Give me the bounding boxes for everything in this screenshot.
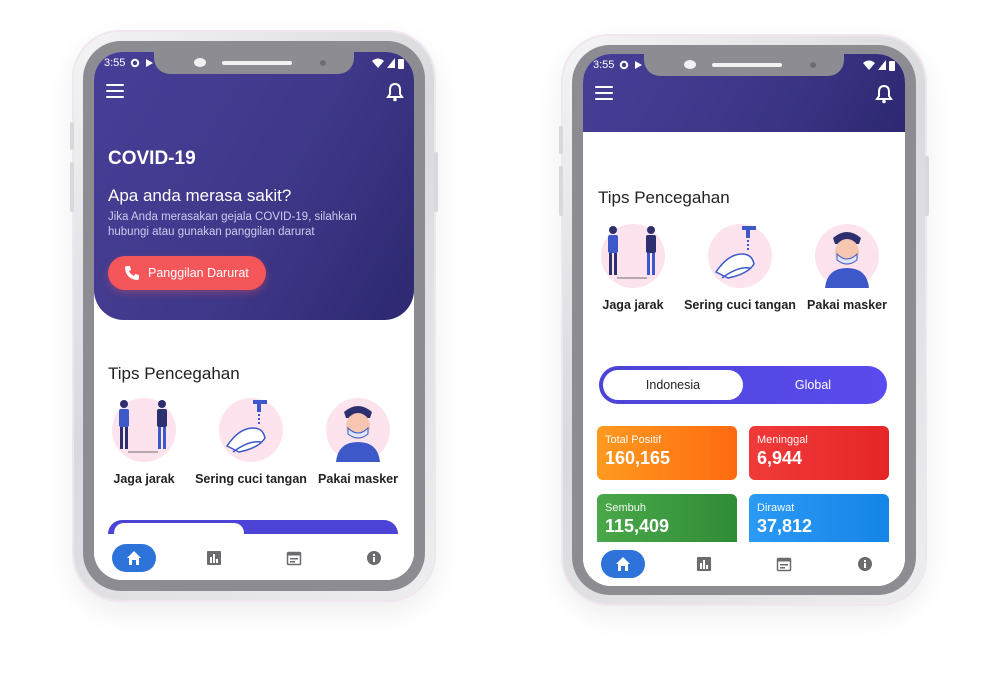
page-title: COVID-19 xyxy=(108,148,196,169)
tip-label: Pakai masker xyxy=(318,472,398,486)
battery-icon xyxy=(398,58,404,69)
home-icon xyxy=(616,557,631,571)
bottom-navigation xyxy=(583,542,905,586)
hero-description: Jika Anda merasakan gejala COVID-19, sil… xyxy=(108,211,357,238)
play-store-status-icon xyxy=(635,61,643,69)
phone-statistics-screen: 3:55 Tips Pencegahan Jaga jarak Sering c… xyxy=(559,36,929,604)
tip-label: Jaga jarak xyxy=(602,298,664,312)
nav-info[interactable] xyxy=(352,544,396,572)
power-button xyxy=(925,156,929,216)
stat-value: 37,812 xyxy=(757,516,813,536)
emergency-call-label: Panggilan Darurat xyxy=(148,266,249,280)
tips-title: Tips Pencegahan xyxy=(108,364,240,383)
stat-card-total-positive: Total Positif 160,165 xyxy=(597,426,737,480)
tips-title: Tips Pencegahan xyxy=(598,188,730,207)
volume-button xyxy=(559,126,563,154)
region-toggle: Indonesia Global xyxy=(599,366,887,404)
tip-label: Pakai masker xyxy=(807,298,887,312)
stat-value: 160,165 xyxy=(605,448,671,468)
calendar-icon xyxy=(777,557,792,572)
info-icon xyxy=(367,551,381,565)
tips-row: Jaga jarak Sering cuci tangan Pakai mask… xyxy=(583,224,897,312)
nav-calendar[interactable] xyxy=(272,544,316,572)
phone-home-screen: 3:55 COVID-19 Apa anda merasa sakit? Jik… xyxy=(70,32,438,600)
calendar-icon xyxy=(286,551,302,566)
tip-label: Sering cuci tangan xyxy=(195,472,307,486)
stat-value: 6,944 xyxy=(757,448,803,468)
stat-label: Dirawat xyxy=(757,502,795,514)
volume-button xyxy=(559,166,563,216)
tip-item-social-distance: Jaga jarak xyxy=(94,398,194,486)
wear-mask-icon xyxy=(815,224,879,288)
status-bar: 3:55 xyxy=(94,52,414,74)
home-icon xyxy=(127,551,141,565)
tip-item-wash-hands: Sering cuci tangan xyxy=(684,224,796,312)
chart-icon xyxy=(696,557,711,571)
status-time: 3:55 xyxy=(593,59,615,71)
nav-home[interactable] xyxy=(112,544,156,572)
tips-row: Jaga jarak Sering cuci tangan Pakai mask… xyxy=(94,398,408,486)
emergency-call-button[interactable]: Panggilan Darurat xyxy=(108,256,266,290)
status-time: 3:55 xyxy=(104,57,126,69)
app-screen: 3:55 Tips Pencegahan Jaga jarak Sering c… xyxy=(583,54,905,586)
nav-statistics[interactable] xyxy=(682,550,726,578)
stat-card-recovered: Sembuh 115,409 xyxy=(597,494,737,548)
stat-label: Sembuh xyxy=(605,502,646,514)
nav-home[interactable] xyxy=(601,550,646,578)
hero-question: Apa anda merasa sakit? xyxy=(108,186,292,205)
bottom-navigation xyxy=(94,536,414,580)
notification-bell-icon[interactable] xyxy=(875,84,893,104)
power-button xyxy=(434,152,438,212)
tip-item-wash-hands: Sering cuci tangan xyxy=(195,398,307,486)
wifi-icon xyxy=(372,58,384,68)
signal-icon xyxy=(387,58,395,68)
stat-card-deaths: Meninggal 6,944 xyxy=(749,426,889,480)
volume-button xyxy=(70,122,74,150)
volume-button xyxy=(70,162,74,212)
stat-value: 115,409 xyxy=(605,516,670,536)
nav-statistics[interactable] xyxy=(192,544,236,572)
tip-label: Jaga jarak xyxy=(113,472,175,486)
stat-label: Meninggal xyxy=(757,434,808,446)
stat-label: Total Positif xyxy=(605,434,662,446)
nav-calendar[interactable] xyxy=(762,550,806,578)
tip-item-wear-mask: Pakai masker xyxy=(308,398,408,486)
social-distance-icon xyxy=(112,398,176,462)
wash-hands-icon xyxy=(219,398,283,462)
hamburger-menu-icon[interactable] xyxy=(106,84,124,98)
tip-item-social-distance: Jaga jarak xyxy=(583,224,683,312)
tip-item-wear-mask: Pakai masker xyxy=(797,224,897,312)
hamburger-menu-icon[interactable] xyxy=(595,86,613,100)
nav-info[interactable] xyxy=(843,550,887,578)
phone-icon xyxy=(125,266,139,280)
settings-status-icon xyxy=(131,58,140,68)
social-distance-icon xyxy=(601,224,665,288)
app-screen: 3:55 COVID-19 Apa anda merasa sakit? Jik… xyxy=(94,52,414,580)
toggle-indonesia[interactable]: Indonesia xyxy=(603,370,743,400)
stat-card-hospitalized: Dirawat 37,812 xyxy=(749,494,889,548)
signal-icon xyxy=(878,60,886,70)
settings-status-icon xyxy=(620,60,629,70)
play-store-status-icon xyxy=(146,59,154,67)
wash-hands-icon xyxy=(708,224,772,288)
region-toggle-peek xyxy=(108,520,398,534)
tip-label: Sering cuci tangan xyxy=(684,298,796,312)
battery-icon xyxy=(889,60,895,71)
wear-mask-icon xyxy=(326,398,390,462)
notification-bell-icon[interactable] xyxy=(386,82,404,102)
toggle-global[interactable]: Global xyxy=(743,370,883,400)
status-bar: 3:55 xyxy=(583,54,905,76)
wifi-icon xyxy=(863,60,875,70)
info-icon xyxy=(857,557,872,571)
chart-icon xyxy=(207,551,221,565)
